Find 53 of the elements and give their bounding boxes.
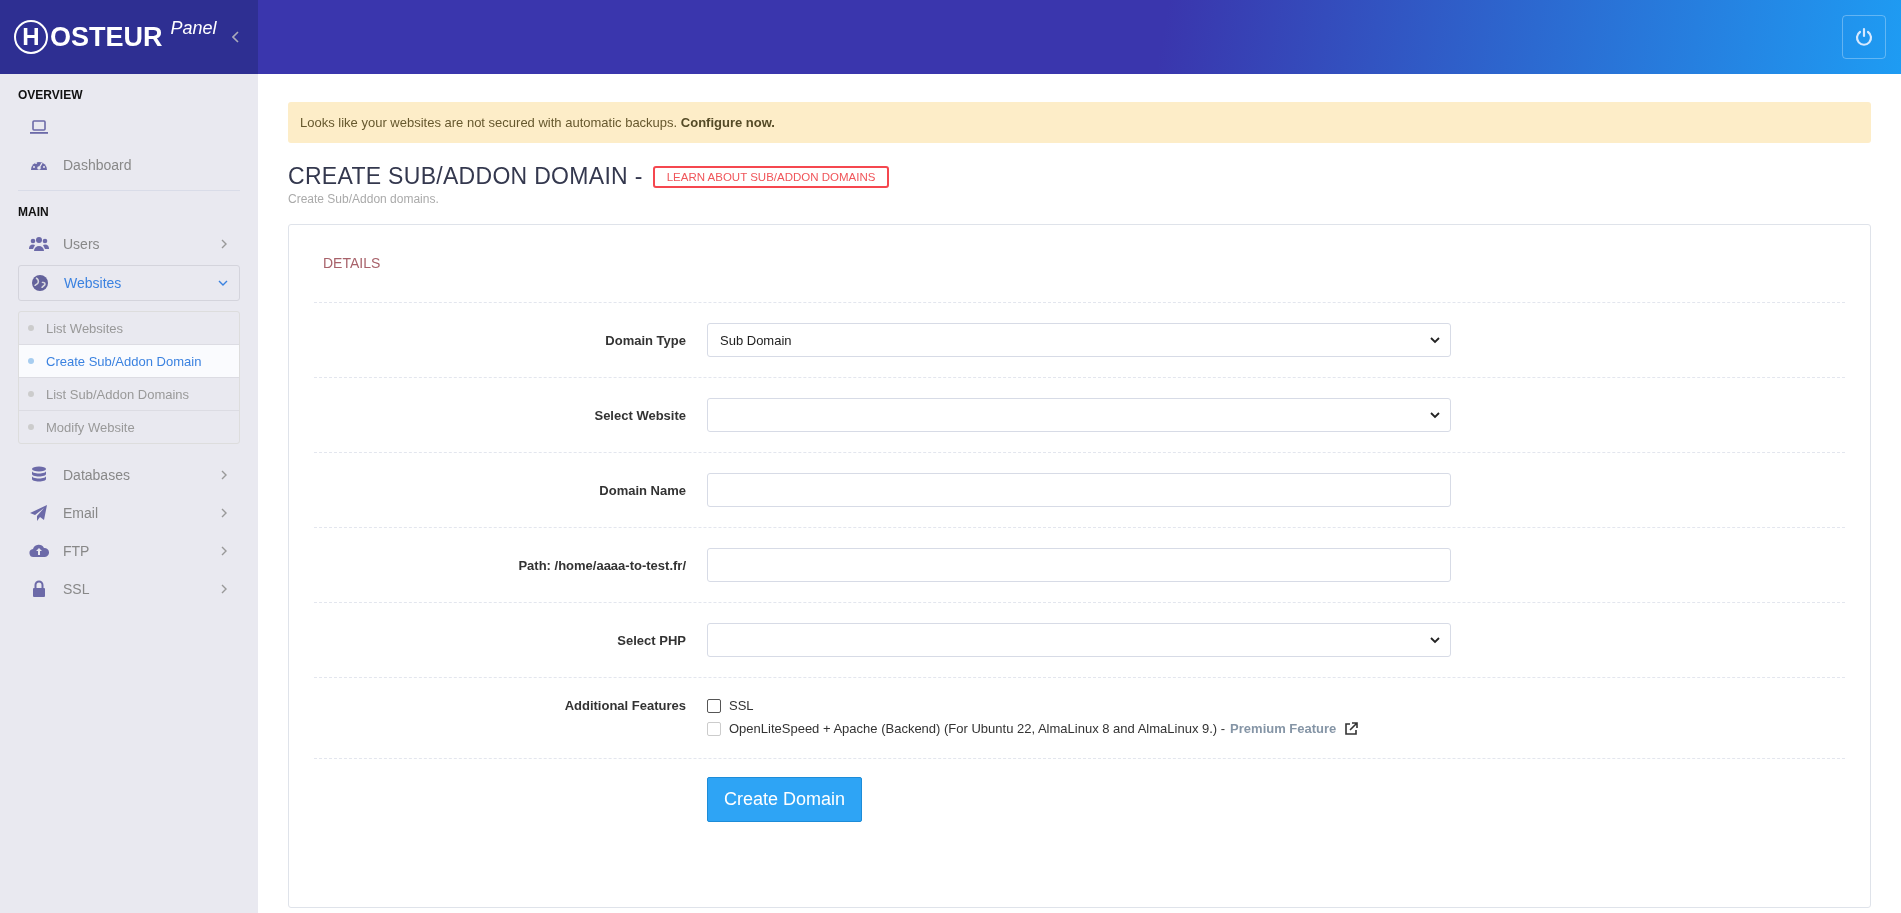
field-label: Additional Features <box>563 698 686 713</box>
card-heading: DETAILS <box>314 225 1845 303</box>
nav-item[interactable]: Websites <box>18 265 240 301</box>
paper-plane-icon <box>29 503 49 523</box>
field-label: Select Website <box>593 407 686 423</box>
caret-icon <box>1430 335 1440 345</box>
nav-item[interactable]: Dashboard <box>18 146 240 184</box>
power-icon <box>1854 27 1874 47</box>
checkbox[interactable] <box>707 698 721 713</box>
caret-icon <box>1430 410 1440 420</box>
submenu-item[interactable]: Create Sub/Addon Domain <box>19 345 239 378</box>
submenu-item[interactable]: Modify Website <box>19 411 239 443</box>
nav-item[interactable]: SSL <box>18 570 240 608</box>
create-domain-button[interactable]: Create Domain <box>707 777 863 822</box>
chevron-right-icon <box>219 470 229 480</box>
external-link-icon <box>1344 721 1359 736</box>
chevron-down-icon <box>218 278 228 288</box>
page-subtitle: Create Sub/Addon domains. <box>288 192 440 206</box>
checkbox-label: OpenLiteSpeed + Apache (Backend) (For Ubuntu 22, AlmaLinux 8 and AlmaLinux 9.) - <box>729 721 1226 736</box>
page-title: CREATE SUB/ADDON DOMAIN - <box>288 163 643 190</box>
nav-item[interactable]: Databases <box>18 456 240 494</box>
field-label: Domain Name <box>598 482 686 498</box>
users-icon <box>29 234 49 254</box>
globe-icon <box>30 273 50 293</box>
select-field[interactable] <box>707 398 1451 432</box>
logo-text: OSTEUR <box>50 21 163 53</box>
configure-link[interactable]: Configure now. <box>680 115 775 130</box>
laptop-icon <box>29 117 49 137</box>
select-field[interactable]: Sub Domain <box>707 323 1451 357</box>
logo-subtitle: Panel <box>170 18 217 39</box>
input-field[interactable] <box>707 473 1451 507</box>
backup-alert: Looks like your websites are not secured with automatic backups. Configure now. <box>288 102 1871 143</box>
field-label: Domain Type <box>604 332 686 348</box>
section-title: MAIN <box>17 204 50 221</box>
power-button[interactable] <box>1842 15 1886 59</box>
nav-item[interactable]: Users <box>18 225 240 263</box>
nav-item[interactable]: Email <box>18 494 240 532</box>
chevron-right-icon <box>219 546 229 556</box>
logo-mark: H <box>14 20 48 54</box>
chevron-right-icon <box>219 584 229 594</box>
chevron-left-icon[interactable] <box>232 31 240 43</box>
caret-icon <box>1430 635 1440 645</box>
checkbox-label: SSL <box>729 698 754 713</box>
input-field[interactable] <box>707 548 1451 582</box>
chevron-right-icon <box>219 508 229 518</box>
submenu-item[interactable]: List Sub/Addon Domains <box>19 378 239 411</box>
select-field[interactable] <box>707 623 1451 657</box>
section-title: OVERVIEW <box>17 87 84 104</box>
field-label: Path: /home/aaaa-to-test.fr/ <box>517 557 686 573</box>
nav-item[interactable]: FTP <box>18 532 240 570</box>
chevron-right-icon <box>219 239 229 249</box>
field-label: Select PHP <box>616 632 686 648</box>
learn-button[interactable]: LEARN ABOUT SUB/ADDON DOMAINS <box>652 165 890 188</box>
